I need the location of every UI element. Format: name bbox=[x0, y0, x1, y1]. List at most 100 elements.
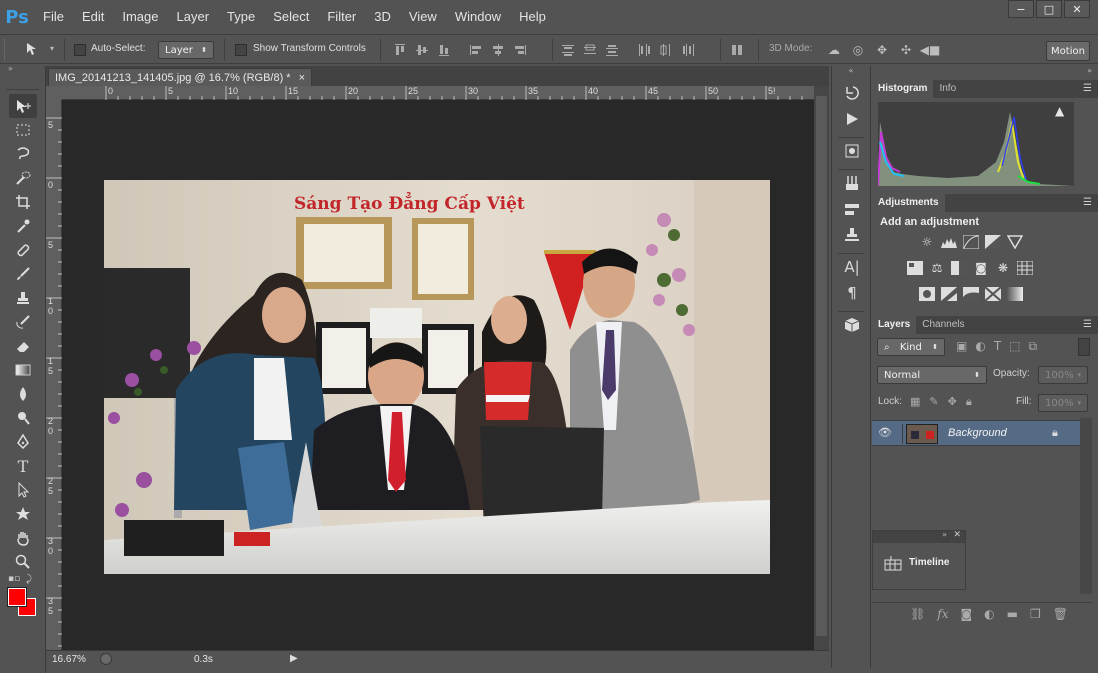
fill-field[interactable]: 100% ▾ bbox=[1038, 394, 1088, 412]
align-left-icon[interactable] bbox=[468, 42, 484, 58]
vertical-scrollbar[interactable] bbox=[814, 86, 829, 650]
layers-scrollbar[interactable] bbox=[1080, 418, 1092, 594]
exposure-icon[interactable] bbox=[984, 234, 1002, 249]
maximize-button[interactable]: □ bbox=[1036, 0, 1062, 18]
menu-window[interactable]: Window bbox=[446, 0, 510, 34]
auto-select-checkbox[interactable] bbox=[74, 44, 86, 56]
move-tool-icon[interactable] bbox=[9, 94, 37, 118]
delete-layer-icon[interactable]: 🗑︎ bbox=[1053, 607, 1068, 621]
menu-select[interactable]: Select bbox=[264, 0, 318, 34]
brush-panel-icon[interactable] bbox=[832, 196, 872, 222]
tab-channels[interactable]: Channels bbox=[916, 316, 970, 334]
menu-filter[interactable]: Filter bbox=[318, 0, 365, 34]
visibility-eye-icon[interactable]: 👁︎ bbox=[878, 426, 892, 439]
close-button[interactable]: ✕ bbox=[1064, 0, 1090, 18]
new-adjustment-layer-icon[interactable]: ◐ bbox=[984, 607, 994, 621]
default-colors-icon[interactable]: ▪▫ bbox=[8, 574, 20, 584]
move-tool-preset-icon[interactable] bbox=[24, 41, 40, 57]
lasso-tool-icon[interactable] bbox=[9, 142, 37, 166]
type-tool-icon[interactable]: T bbox=[9, 454, 37, 478]
pen-tool-icon[interactable] bbox=[9, 430, 37, 454]
align-top-icon[interactable] bbox=[392, 42, 408, 58]
document-tab[interactable]: IMG_20141213_141405.jpg @ 16.7% (RGB/8) … bbox=[48, 68, 312, 86]
menu-edit[interactable]: Edit bbox=[73, 0, 113, 34]
layer-row-background[interactable]: 👁︎ Background 🔒︎ bbox=[872, 420, 1080, 446]
levels-icon[interactable] bbox=[940, 234, 958, 249]
custom-shape-tool-icon[interactable] bbox=[9, 502, 37, 526]
foreground-color-swatch[interactable] bbox=[7, 587, 27, 607]
opacity-field[interactable]: 100% ▾ bbox=[1038, 366, 1088, 384]
posterize-icon[interactable] bbox=[940, 286, 958, 301]
zoom-tool-icon[interactable] bbox=[9, 550, 37, 574]
tab-layers[interactable]: Layers bbox=[872, 316, 917, 334]
timeline-label[interactable]: Timeline bbox=[909, 557, 949, 568]
menu-help[interactable]: Help bbox=[510, 0, 555, 34]
paragraph-panel-icon[interactable]: ¶ bbox=[832, 280, 872, 306]
pixel-filter-icon[interactable]: ▣ bbox=[956, 339, 967, 354]
healing-brush-tool-icon[interactable] bbox=[9, 238, 37, 262]
color-lookup-icon[interactable] bbox=[1016, 260, 1034, 275]
menu-layer[interactable]: Layer bbox=[168, 0, 219, 34]
filter-toggle[interactable] bbox=[1078, 338, 1090, 356]
add-mask-icon[interactable]: ◙ bbox=[961, 607, 973, 621]
document-image[interactable]: Sáng Tạo Đẳng Cấp Việt bbox=[104, 180, 770, 574]
menu-file[interactable]: File bbox=[34, 0, 73, 34]
threshold-icon[interactable] bbox=[962, 286, 980, 301]
tab-adjustments[interactable]: Adjustments bbox=[872, 194, 945, 212]
menu-view[interactable]: View bbox=[400, 0, 446, 34]
crop-tool-icon[interactable] bbox=[9, 190, 37, 214]
menu-image[interactable]: Image bbox=[113, 0, 167, 34]
brush-tool-icon[interactable] bbox=[9, 262, 37, 286]
distribute-hcenter-icon[interactable] bbox=[658, 42, 674, 58]
3d-roll-icon[interactable]: ◎ bbox=[850, 42, 866, 58]
lock-transparent-icon[interactable]: ▦ bbox=[910, 395, 920, 409]
zoom-level[interactable]: 16.67% bbox=[52, 654, 86, 665]
distribute-left-icon[interactable] bbox=[636, 42, 652, 58]
status-menu-arrow-icon[interactable]: ▶ bbox=[290, 653, 298, 664]
clone-stamp-tool-icon[interactable] bbox=[9, 286, 37, 310]
selective-color-icon[interactable] bbox=[984, 286, 1002, 301]
scrollbar-thumb[interactable] bbox=[816, 96, 827, 636]
lock-position-icon[interactable]: ✥ bbox=[948, 395, 957, 409]
workspace-motion-button[interactable]: Motion bbox=[1046, 41, 1090, 61]
tab-info[interactable]: Info bbox=[933, 80, 962, 98]
preset-dropdown-arrow-icon[interactable]: ▾ bbox=[50, 44, 54, 53]
lock-all-icon[interactable]: 🔒︎ bbox=[966, 395, 972, 409]
black-white-icon[interactable] bbox=[950, 260, 968, 275]
minimize-button[interactable]: − bbox=[1008, 0, 1034, 18]
blend-mode-dropdown[interactable]: Normal ⬍ bbox=[877, 366, 987, 384]
vertical-ruler[interactable]: 5 0 5 1 0 1 5 2 0 2 5 3 0 3 5 bbox=[46, 100, 62, 650]
history-icon[interactable] bbox=[832, 80, 872, 106]
brightness-contrast-icon[interactable]: ☼ bbox=[918, 234, 936, 249]
histogram-warning-icon[interactable]: ▲ bbox=[1055, 104, 1064, 118]
status-info-icon[interactable] bbox=[100, 653, 112, 665]
3d-camera-icon[interactable]: ◀■ bbox=[920, 42, 941, 58]
adjustment-filter-icon[interactable]: ◐ bbox=[975, 339, 985, 354]
vibrance-icon[interactable] bbox=[1006, 234, 1024, 249]
align-vcenter-icon[interactable] bbox=[414, 42, 430, 58]
eyedropper-tool-icon[interactable] bbox=[9, 214, 37, 238]
3d-pan-icon[interactable]: ✥ bbox=[874, 42, 890, 58]
lock-image-icon[interactable]: ✎ bbox=[929, 395, 938, 409]
align-right-icon[interactable] bbox=[512, 42, 528, 58]
3d-cube-icon[interactable] bbox=[832, 312, 872, 338]
path-selection-tool-icon[interactable] bbox=[9, 478, 37, 502]
distribute-top-icon[interactable] bbox=[560, 42, 576, 58]
show-transform-checkbox[interactable] bbox=[235, 44, 247, 56]
shape-filter-icon[interactable]: ⬚ bbox=[1009, 339, 1020, 354]
auto-align-icon[interactable] bbox=[729, 42, 745, 58]
dock-collapse-icon[interactable]: « bbox=[832, 66, 870, 80]
eraser-tool-icon[interactable] bbox=[9, 334, 37, 358]
panel-menu-icon[interactable]: ☰ bbox=[1083, 83, 1092, 94]
curves-icon[interactable] bbox=[962, 234, 980, 249]
horizontal-ruler[interactable]: 0 5 10 15 20 25 30 35 40 45 50 5! bbox=[62, 86, 814, 100]
gradient-map-icon[interactable] bbox=[1006, 286, 1024, 301]
blur-tool-icon[interactable] bbox=[9, 382, 37, 406]
gradient-tool-icon[interactable] bbox=[9, 358, 37, 382]
align-bottom-icon[interactable] bbox=[436, 42, 452, 58]
dock-expand-icon[interactable]: » bbox=[1087, 66, 1092, 75]
new-layer-icon[interactable]: ❐ bbox=[1030, 607, 1041, 621]
layer-name[interactable]: Background bbox=[948, 427, 1007, 439]
actions-play-icon[interactable] bbox=[832, 106, 872, 132]
auto-select-dropdown[interactable]: Layer ⬍ bbox=[158, 41, 214, 59]
